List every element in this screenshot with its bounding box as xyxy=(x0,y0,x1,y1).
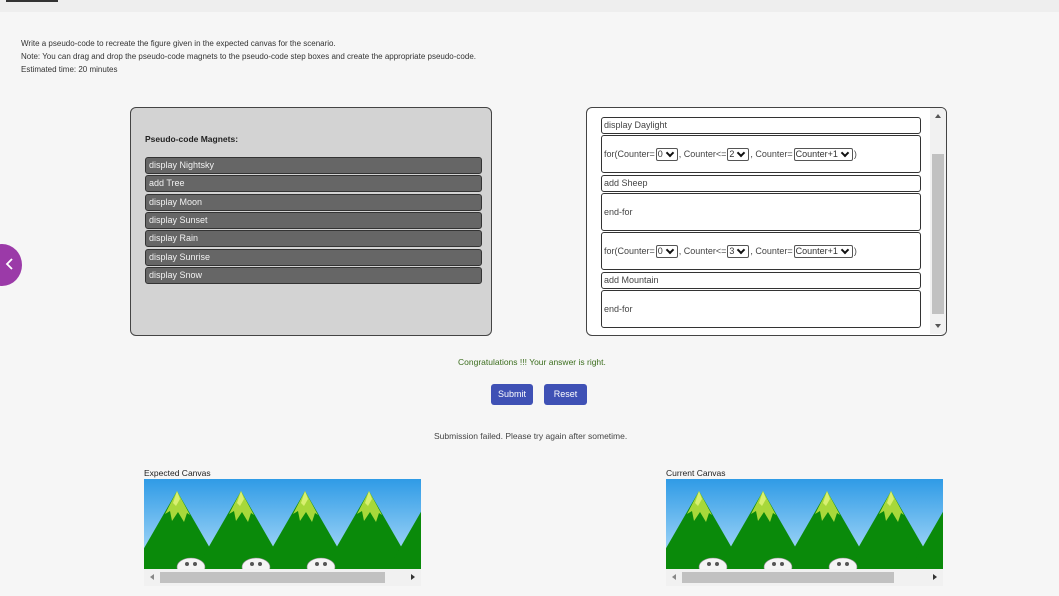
magnet-item[interactable]: display Sunset xyxy=(145,212,482,229)
for-loop-step-2[interactable]: for(Counter= 0 , Counter<= 3 , Counter= … xyxy=(601,232,921,270)
counter-increment-select[interactable]: Counter+1 xyxy=(793,244,853,258)
tab-indicator xyxy=(6,0,58,2)
scroll-up-icon[interactable] xyxy=(935,114,941,118)
counter-end-select[interactable]: 2 xyxy=(727,147,750,161)
failure-message: Submission failed. Please try again afte… xyxy=(434,431,628,441)
instruction-note: Note: You can drag and drop the pseudo-c… xyxy=(21,52,476,61)
chevron-down-icon xyxy=(840,148,850,157)
magnets-panel: Pseudo-code Magnets: display Nightsky ad… xyxy=(130,107,492,336)
magnets-title: Pseudo-code Magnets: xyxy=(145,134,239,144)
scroll-right-icon[interactable] xyxy=(411,574,415,580)
current-canvas-label: Current Canvas xyxy=(666,468,726,478)
success-message: Congratulations !!! Your answer is right… xyxy=(458,357,606,367)
for-condition: , Counter<= xyxy=(678,149,727,159)
chevron-down-icon xyxy=(840,245,850,254)
current-canvas xyxy=(666,479,943,569)
for-increment-label: , Counter= xyxy=(750,246,793,256)
step-box[interactable]: add Mountain xyxy=(601,272,921,289)
instruction-text: Write a pseudo-code to recreate the figu… xyxy=(21,39,336,48)
counter-increment-select[interactable]: Counter+1 xyxy=(793,147,853,161)
step-box[interactable]: end-for xyxy=(601,290,921,328)
magnet-item[interactable]: display Nightsky xyxy=(145,157,482,174)
for-prefix: for(Counter= xyxy=(604,246,655,256)
chevron-down-icon xyxy=(737,245,746,254)
scrollbar-thumb[interactable] xyxy=(682,572,894,583)
expected-canvas-label: Expected Canvas xyxy=(144,468,211,478)
steps-scrollbar[interactable] xyxy=(930,108,946,334)
for-prefix: for(Counter= xyxy=(604,149,655,159)
step-box[interactable]: display Daylight xyxy=(601,117,921,134)
for-condition: , Counter<= xyxy=(678,246,727,256)
chevron-down-icon xyxy=(665,148,675,157)
for-close: ) xyxy=(853,149,857,159)
chevron-down-icon xyxy=(665,245,675,254)
magnet-item[interactable]: display Moon xyxy=(145,194,482,211)
current-canvas-scrollbar[interactable] xyxy=(666,569,943,586)
mountain-scene-image xyxy=(144,479,421,569)
estimated-time: Estimated time: 20 minutes xyxy=(21,65,118,74)
pseudocode-steps-panel: display Daylight for(Counter= 0 , Counte… xyxy=(586,107,947,336)
top-bar xyxy=(0,0,1059,12)
magnet-item[interactable]: display Rain xyxy=(145,230,482,247)
magnet-item[interactable]: add Tree xyxy=(145,175,482,192)
mountain-scene-image xyxy=(666,479,943,569)
submit-button[interactable]: Submit xyxy=(491,384,533,405)
scroll-left-icon[interactable] xyxy=(672,574,676,580)
scroll-down-icon[interactable] xyxy=(935,324,941,328)
counter-start-select[interactable]: 0 xyxy=(655,147,678,161)
for-loop-step-1[interactable]: for(Counter= 0 , Counter<= 2 , Counter= … xyxy=(601,135,921,173)
magnet-item[interactable]: display Snow xyxy=(145,267,482,284)
scrollbar-thumb[interactable] xyxy=(932,154,944,314)
scroll-right-icon[interactable] xyxy=(933,574,937,580)
counter-start-select[interactable]: 0 xyxy=(655,244,678,258)
scroll-left-icon[interactable] xyxy=(150,574,154,580)
for-close: ) xyxy=(853,246,857,256)
chevron-down-icon xyxy=(737,148,746,157)
counter-end-select[interactable]: 3 xyxy=(727,244,750,258)
close-panel-button[interactable] xyxy=(0,244,22,286)
chevron-left-icon xyxy=(5,258,13,270)
expected-canvas xyxy=(144,479,421,569)
reset-button[interactable]: Reset xyxy=(544,384,587,405)
scrollbar-thumb[interactable] xyxy=(160,572,385,583)
step-box[interactable]: end-for xyxy=(601,193,921,231)
expected-canvas-scrollbar[interactable] xyxy=(144,569,421,586)
for-increment-label: , Counter= xyxy=(750,149,793,159)
step-box[interactable]: add Sheep xyxy=(601,175,921,192)
magnet-item[interactable]: display Sunrise xyxy=(145,249,482,266)
